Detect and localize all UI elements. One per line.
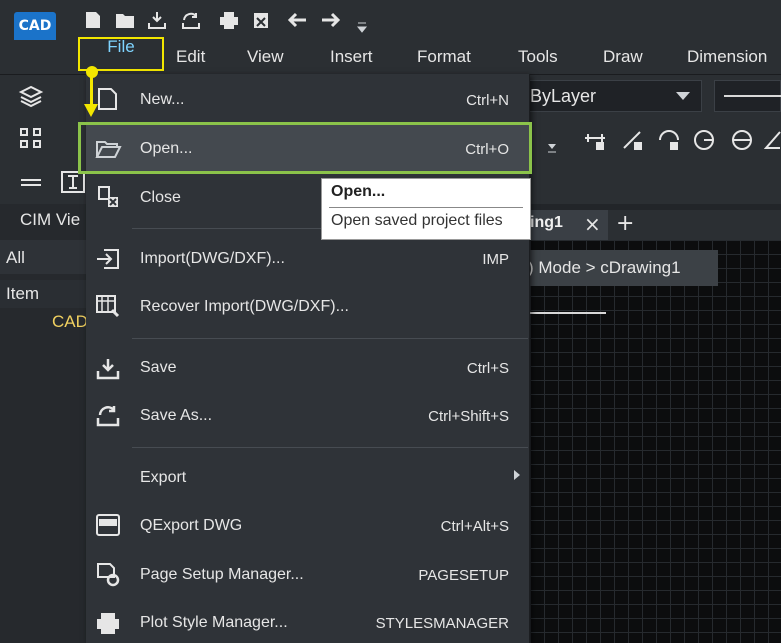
menu-item-plot-style[interactable]: Plot Style Manager...: [140, 614, 288, 632]
menu-item-import[interactable]: Import(DWG/DXF)...: [140, 250, 285, 268]
menu-item-import-shortcut: IMP: [482, 251, 509, 268]
save-as-icon: [96, 406, 120, 427]
page-setup-icon: [97, 563, 120, 587]
new-file-icon: [98, 88, 117, 110]
menu-item-plot-style-shortcut: STYLESMANAGER: [375, 615, 509, 632]
tooltip-separator: [329, 207, 523, 208]
panel-column-item: Item: [6, 284, 40, 303]
layers-icon[interactable]: [18, 84, 44, 108]
menu-edit[interactable]: Edit: [176, 43, 205, 71]
arc-dimension-icon[interactable]: [656, 128, 682, 152]
menu-tools[interactable]: Tools: [518, 43, 558, 71]
document-tab-label: ing1: [530, 214, 563, 231]
annotation-dot: [86, 66, 98, 78]
dwg-icon: [96, 514, 120, 536]
more-tools-icon[interactable]: [546, 140, 558, 154]
aligned-dimension-icon[interactable]: [620, 128, 646, 152]
import-icon: [97, 249, 119, 269]
drawing-line: [530, 312, 606, 314]
radius-dimension-icon[interactable]: [692, 128, 718, 152]
save-as-icon[interactable]: [180, 10, 202, 30]
menu-item-new-shortcut: Ctrl+N: [466, 92, 509, 109]
tooltip-description: Open saved project files: [331, 212, 503, 229]
export-icon[interactable]: [250, 10, 272, 30]
close-file-icon: [98, 186, 118, 207]
open-item-highlight: [78, 122, 532, 174]
block-icon[interactable]: [18, 126, 44, 150]
save-icon: [96, 359, 120, 380]
dimension-line-icon[interactable]: [18, 170, 44, 194]
menu-dimension[interactable]: Dimension: [687, 43, 767, 71]
download-icon[interactable]: [146, 10, 168, 30]
panel-title: CIM Vie: [20, 210, 81, 229]
annotation-arrow-head: [84, 104, 98, 117]
diameter-dimension-icon[interactable]: [730, 128, 756, 152]
customize-icon[interactable]: [356, 20, 368, 34]
layer-select-value: ByLayer: [530, 86, 597, 106]
tooltip-title: Open...: [331, 183, 386, 200]
menu-item-save-shortcut: Ctrl+S: [466, 360, 509, 377]
panel-tree-item[interactable]: CAD: [52, 312, 88, 332]
linear-dimension-icon[interactable]: [582, 128, 608, 152]
menu-insert[interactable]: Insert: [330, 43, 373, 71]
folder-icon[interactable]: [114, 10, 136, 30]
menu-separator: [132, 338, 528, 339]
add-tab-button[interactable]: +: [616, 211, 634, 236]
menu-item-recover-import[interactable]: Recover Import(DWG/DXF)...: [140, 298, 349, 316]
menu-item-save-as-shortcut: Ctrl+Shift+S: [428, 408, 509, 425]
menu-item-save-as[interactable]: Save As...: [140, 407, 212, 425]
menu-item-qexport-dwg-shortcut: Ctrl+Alt+S: [440, 518, 509, 535]
menu-item-new[interactable]: New...: [140, 91, 184, 109]
menu-item-page-setup-shortcut: PAGESETUP: [418, 567, 509, 584]
menu-item-export[interactable]: Export: [140, 469, 186, 487]
menu-separator: [132, 447, 528, 448]
menu-format[interactable]: Format: [417, 43, 471, 71]
recover-icon: [96, 295, 120, 318]
drawing-canvas[interactable]: [530, 240, 781, 643]
menu-item-save[interactable]: Save: [140, 359, 176, 377]
new-file-icon[interactable]: [82, 10, 104, 30]
close-icon[interactable]: ×: [584, 212, 601, 236]
chevron-right-icon: [514, 470, 520, 480]
printer-icon: [97, 613, 119, 634]
menu-view[interactable]: View: [247, 43, 284, 71]
redo-icon[interactable]: [320, 10, 342, 30]
linetype-preview: [724, 95, 781, 97]
printer-icon[interactable]: [218, 10, 240, 30]
chevron-down-icon[interactable]: [676, 92, 690, 100]
panel-filter-all[interactable]: All: [6, 248, 25, 268]
menu-draw[interactable]: Draw: [603, 43, 643, 71]
angular-dimension-icon[interactable]: [764, 128, 781, 152]
menu-item-page-setup[interactable]: Page Setup Manager...: [140, 566, 304, 584]
app-logo-text: CAD: [18, 18, 52, 34]
menu-item-close[interactable]: Close: [140, 189, 181, 207]
menu-item-qexport-dwg[interactable]: QExport DWG: [140, 517, 242, 535]
mode-breadcrumb-text: ) Mode > cDrawing1: [528, 258, 681, 277]
undo-icon[interactable]: [286, 10, 308, 30]
